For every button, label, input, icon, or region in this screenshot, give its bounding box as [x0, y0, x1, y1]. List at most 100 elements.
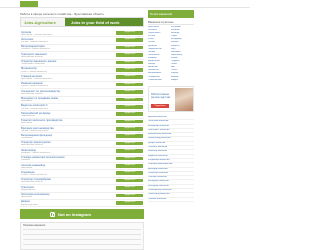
job-details-button[interactable]: Подробнее — [116, 164, 143, 168]
banner-brand-panel: Jobs-Agriculture — [21, 18, 65, 26]
logo-text: JOBSEARCH — [41, 2, 68, 7]
related-jobs-title: Похожие вакансии — [23, 224, 46, 227]
job-details-button[interactable]: Подробнее — [116, 178, 143, 183]
job-details-button[interactable]: Подробнее — [116, 53, 143, 57]
sidebar-region-link[interactable]: Кимры — [171, 79, 194, 82]
job-row[interactable]: Бригадир растениеводства Любим • Полная з… — [20, 126, 144, 134]
job-meta: Углич • Полная занятость — [21, 70, 47, 73]
job-row[interactable]: Главный агроном Ярославль • Полная занято… — [20, 74, 144, 82]
job-details-button[interactable]: Подробнее — [116, 127, 143, 131]
job-details-button[interactable]: Подробнее — [116, 90, 143, 94]
job-row[interactable]: Водитель категории C Ростов • Полная заня… — [20, 104, 144, 112]
job-details-button[interactable]: Подробнее — [116, 31, 143, 35]
site-logo[interactable]: JOBSEARCH — [20, 1, 67, 7]
job-details-label: Подробнее — [123, 171, 136, 174]
job-row[interactable]: Специалист по растениеводству Ярославская… — [20, 89, 144, 97]
job-details-button[interactable]: Подробнее — [116, 97, 143, 102]
search-tab-label: Поиск вакансий — [150, 12, 172, 16]
job-details-label: Подробнее — [123, 156, 136, 159]
job-details-button[interactable]: Подробнее — [116, 82, 143, 87]
job-row[interactable]: Механизатор Углич • Полная занятость Подро… — [20, 67, 144, 75]
job-meta: Тутаев • Полная занятость — [21, 85, 49, 88]
job-details-button[interactable]: Подробнее — [116, 171, 143, 176]
job-details-label: Подробнее — [123, 186, 136, 189]
job-details-button[interactable]: Подробнее — [116, 112, 143, 116]
job-details-button[interactable]: Подробнее — [116, 200, 143, 205]
job-row[interactable]: Инженер-механик Тутаев • Полная занятость… — [20, 82, 144, 90]
instagram-banner[interactable]: Not on Instagram — [20, 209, 144, 219]
job-details-label: Подробнее — [123, 45, 136, 48]
sidebar-job-link[interactable]: Птичник вакансии — [148, 198, 194, 202]
job-details-button[interactable]: Подробнее — [116, 104, 143, 109]
job-details-label: Подробнее — [123, 97, 136, 100]
job-row[interactable]: Зоотехник Ростов • Полная занятость Подроб… — [20, 37, 144, 45]
sidebar-title: Вакансии в регионе — [148, 20, 194, 25]
job-details-button[interactable]: Подробнее — [116, 134, 143, 139]
promo-button-label: Подробнее — [154, 105, 166, 107]
job-details-label: Подробнее — [123, 112, 136, 115]
sidebar-links: Агроном вакансии Зоотехник вакансии Ветери… — [148, 116, 194, 202]
job-meta: Гаврилов-Ям — [21, 114, 35, 117]
job-details-label: Подробнее — [123, 31, 136, 33]
job-row[interactable]: Агроном-семеновод Ярославль Подробнее — [20, 163, 144, 171]
divider — [23, 239, 141, 240]
job-details-button[interactable]: Подробнее — [116, 186, 143, 190]
ad-banner[interactable]: Jobs-Agriculture Jobs in your field of w… — [20, 17, 144, 27]
job-row[interactable]: Доярка Борисоглебский Подробнее — [20, 200, 144, 208]
job-meta: Ростов • Полная занятость — [21, 40, 49, 43]
job-row[interactable]: Животновод Данилов • Полная занятость Подр… — [20, 148, 144, 156]
job-row[interactable]: Тракторист-машинист Ярославская область По… — [20, 52, 144, 60]
job-meta: Ярославль — [21, 100, 33, 103]
job-details-label: Подробнее — [123, 134, 136, 137]
job-row[interactable]: Оператор зерносушилки Ярославская область… — [20, 141, 144, 149]
job-details-label: Подробнее — [123, 119, 136, 122]
job-details-label: Подробнее — [123, 75, 136, 78]
job-row[interactable]: Ветеринарный врач Рыбинск • Полная занято… — [20, 45, 144, 53]
divider — [23, 234, 141, 235]
job-details-label: Подробнее — [123, 82, 136, 85]
job-row[interactable]: Разнорабочий на ферму Гаврилов-Ям Подробне… — [20, 111, 144, 119]
job-meta: Ярославль — [21, 196, 33, 199]
sidebar-column-2: Кострома Иваново Вологда Тверь Владимир Москв… — [171, 26, 194, 82]
job-meta: Углич • Полная занятость — [21, 174, 47, 177]
job-meta: Борисоглебский — [21, 203, 38, 206]
sidebar-region-link[interactable]: Семибратово — [148, 79, 171, 82]
job-details-label: Подробнее — [123, 164, 136, 167]
job-meta: Ярославль — [21, 122, 33, 125]
job-row[interactable]: Слесарь-ремонтник сельхозтехники Рыбинск П… — [20, 156, 144, 164]
job-details-label: Подробнее — [123, 38, 136, 41]
job-meta: Ярославская область — [21, 92, 43, 95]
job-meta: Ярославль • Полная занятость — [21, 33, 53, 36]
job-row[interactable]: Оператор машинного доения Переславль-Зале… — [20, 60, 144, 67]
job-row[interactable]: Ветеринарный фельдшер Пошехонье Подробнее — [20, 133, 144, 141]
job-details-button[interactable]: Подробнее — [116, 67, 143, 72]
related-jobs-box: Похожие вакансии — [20, 222, 144, 250]
job-row[interactable]: Менеджер по продажам семян Ярославль Подро… — [20, 97, 144, 104]
job-row[interactable]: Кладовщик Углич • Полная занятость Подробн… — [20, 170, 144, 178]
job-details-button[interactable]: Подробнее — [116, 156, 143, 161]
job-row[interactable]: Зоотехник-селекционер Ярославль Подробнее — [20, 193, 144, 200]
job-row[interactable]: Оператор птицефабрики Ярославская область… — [20, 178, 144, 186]
job-row[interactable]: Технолог молочного производства Ярославль… — [20, 119, 144, 127]
job-meta: Рыбинск • Полная занятость — [21, 48, 51, 51]
search-tab[interactable]: Поиск вакансий — [148, 10, 194, 18]
job-meta: Ростов • Полная занятость — [21, 107, 49, 110]
job-row[interactable]: Тракторист Некрасовское Подробнее — [20, 185, 144, 193]
job-details-button[interactable]: Подробнее — [116, 38, 143, 42]
promo-button[interactable]: Подробнее — [151, 104, 169, 108]
promo-card[interactable]: Работа в вашем регионе ждёт вас Подробне… — [148, 86, 194, 112]
job-details-button[interactable]: Подробнее — [116, 193, 143, 198]
job-details-label: Подробнее — [123, 178, 136, 181]
job-details-button[interactable]: Подробнее — [116, 75, 143, 79]
job-details-button[interactable]: Подробнее — [116, 141, 143, 146]
job-details-button[interactable]: Подробнее — [116, 119, 143, 124]
job-details-button[interactable]: Подробнее — [116, 149, 143, 153]
job-details-label: Подробнее — [123, 193, 136, 196]
job-meta: Ярославль — [21, 166, 33, 169]
job-meta: Ярославская область — [21, 55, 43, 58]
job-details-button[interactable]: Подробнее — [116, 45, 143, 50]
instagram-icon — [50, 211, 56, 217]
job-details-button[interactable]: Подробнее — [116, 60, 143, 65]
job-meta: Ярославль • Полная занятость — [21, 77, 53, 80]
job-row[interactable]: Агроном Ярославль • Полная занятость Подро… — [20, 30, 144, 38]
